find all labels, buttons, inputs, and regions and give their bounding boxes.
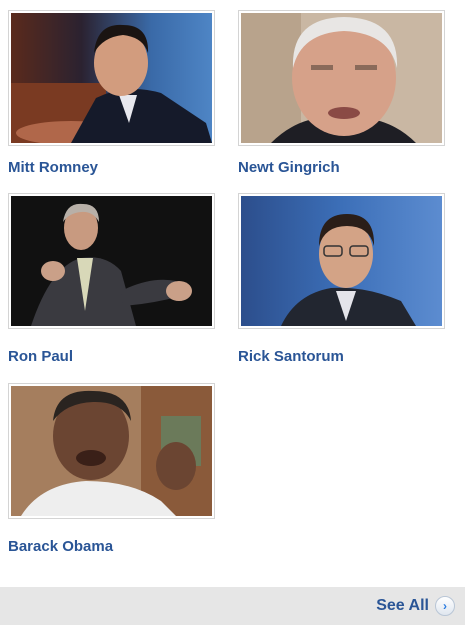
- candidate-card-paul: Ron Paul: [8, 193, 215, 365]
- see-all-link[interactable]: See All ›: [376, 596, 455, 616]
- candidate-photo-santorum[interactable]: [238, 193, 445, 329]
- gingrich-photo-image: [241, 13, 442, 143]
- candidate-card-gingrich: Newt Gingrich: [238, 10, 445, 176]
- candidate-photo-romney[interactable]: [8, 10, 215, 146]
- panel-footer: See All ›: [0, 587, 465, 625]
- candidate-name-santorum[interactable]: Rick Santorum: [238, 348, 344, 365]
- candidate-photo-gingrich[interactable]: [238, 10, 445, 146]
- obama-photo-image: [11, 386, 212, 516]
- romney-photo-image: [11, 13, 212, 143]
- candidate-name-gingrich[interactable]: Newt Gingrich: [238, 159, 340, 176]
- candidate-photo-paul[interactable]: [8, 193, 215, 329]
- candidate-name-obama[interactable]: Barack Obama: [8, 538, 113, 555]
- candidate-name-romney[interactable]: Mitt Romney: [8, 159, 98, 176]
- chevron-right-icon: ›: [435, 596, 455, 616]
- see-all-label: See All: [376, 597, 429, 614]
- candidate-card-romney: Mitt Romney: [8, 10, 215, 176]
- candidate-card-santorum: Rick Santorum: [238, 193, 445, 365]
- candidate-name-paul[interactable]: Ron Paul: [8, 348, 73, 365]
- santorum-photo-image: [241, 196, 442, 326]
- paul-photo-image: [11, 196, 212, 326]
- candidate-photo-obama[interactable]: [8, 383, 215, 519]
- candidate-card-obama: Barack Obama: [8, 383, 215, 555]
- candidates-panel: Mitt Romney Newt Gingrich Ron Paul Rick …: [0, 0, 465, 625]
